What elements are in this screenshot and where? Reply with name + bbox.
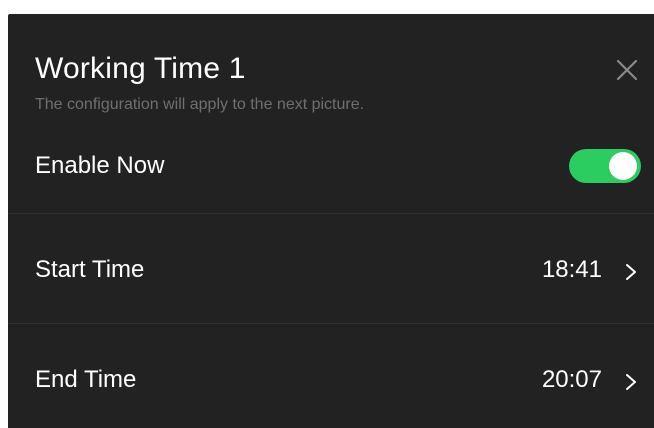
dialog-title: Working Time 1 xyxy=(35,52,246,85)
chevron-right-icon xyxy=(626,264,636,280)
enable-now-label: Enable Now xyxy=(35,152,165,179)
end-time-label: End Time xyxy=(35,366,137,393)
end-time-row[interactable]: End Time 20:07 xyxy=(8,324,654,428)
enable-now-toggle[interactable] xyxy=(569,149,641,183)
close-icon xyxy=(616,59,638,81)
end-time-value: 20:07 xyxy=(541,366,602,393)
working-time-dialog: Working Time 1 The configuration will ap… xyxy=(8,14,654,428)
start-time-row[interactable]: Start Time 18:41 xyxy=(8,214,654,318)
start-time-value: 18:41 xyxy=(541,256,602,283)
chevron-right-icon xyxy=(626,374,636,390)
dialog-subtitle: The configuration will apply to the next… xyxy=(35,96,365,113)
start-time-label: Start Time xyxy=(35,256,145,283)
close-button[interactable] xyxy=(613,56,641,84)
toggle-knob xyxy=(609,152,637,180)
